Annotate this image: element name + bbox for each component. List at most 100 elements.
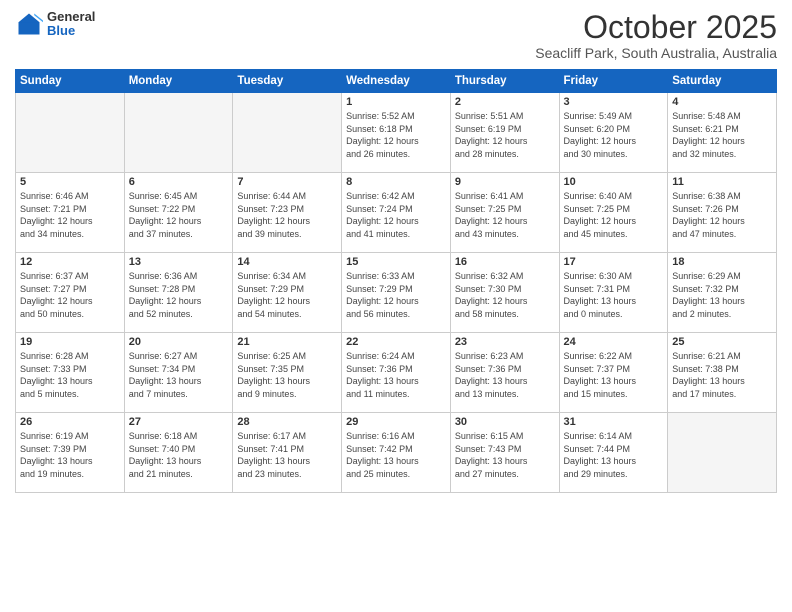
day-info: Sunrise: 5:51 AM Sunset: 6:19 PM Dayligh… <box>455 110 555 160</box>
day-info: Sunrise: 6:14 AM Sunset: 7:44 PM Dayligh… <box>564 430 664 480</box>
day-info: Sunrise: 6:21 AM Sunset: 7:38 PM Dayligh… <box>672 350 772 400</box>
day-number: 3 <box>564 96 664 108</box>
day-number: 12 <box>20 256 120 268</box>
day-info: Sunrise: 6:17 AM Sunset: 7:41 PM Dayligh… <box>237 430 337 480</box>
logo-general-text: General <box>47 10 95 24</box>
day-number: 5 <box>20 176 120 188</box>
calendar-cell: 29Sunrise: 6:16 AM Sunset: 7:42 PM Dayli… <box>342 413 451 493</box>
day-info: Sunrise: 6:34 AM Sunset: 7:29 PM Dayligh… <box>237 270 337 320</box>
day-number: 10 <box>564 176 664 188</box>
calendar-cell: 11Sunrise: 6:38 AM Sunset: 7:26 PM Dayli… <box>668 173 777 253</box>
col-monday: Monday <box>124 70 233 93</box>
calendar-cell: 12Sunrise: 6:37 AM Sunset: 7:27 PM Dayli… <box>16 253 125 333</box>
week-row-5: 26 Sunrise: 6:19 AM Sunset: 7:39 PM Dayli… <box>16 413 777 493</box>
calendar-cell: 5Sunrise: 6:46 AM Sunset: 7:21 PM Daylig… <box>16 173 125 253</box>
calendar-cell: 8 Sunrise: 6:42 AM Sunset: 7:24 PM Daylig… <box>342 173 451 253</box>
calendar-cell: 13 Sunrise: 6:36 AM Sunset: 7:28 PM Dayli… <box>124 253 233 333</box>
day-info: Sunrise: 6:22 AM Sunset: 7:37 PM Dayligh… <box>564 350 664 400</box>
day-info: Sunrise: 6:33 AM Sunset: 7:29 PM Dayligh… <box>346 270 446 320</box>
header-row: Sunday Monday Tuesday Wednesday Thursday… <box>16 70 777 93</box>
calendar-cell <box>668 413 777 493</box>
day-number: 28 <box>237 416 337 428</box>
calendar-cell: 3 Sunrise: 5:49 AM Sunset: 6:20 PM Daylig… <box>559 93 668 173</box>
day-info: Sunrise: 6:32 AM Sunset: 7:30 PM Dayligh… <box>455 270 555 320</box>
col-thursday: Thursday <box>450 70 559 93</box>
calendar-cell: 21Sunrise: 6:25 AM Sunset: 7:35 PM Dayli… <box>233 333 342 413</box>
calendar-cell: 7 Sunrise: 6:44 AM Sunset: 7:23 PM Daylig… <box>233 173 342 253</box>
logo-blue-text: Blue <box>47 24 95 38</box>
day-info: Sunrise: 5:49 AM Sunset: 6:20 PM Dayligh… <box>564 110 664 160</box>
col-wednesday: Wednesday <box>342 70 451 93</box>
day-number: 1 <box>346 96 446 108</box>
day-number: 14 <box>237 256 337 268</box>
day-info: Sunrise: 6:25 AM Sunset: 7:35 PM Dayligh… <box>237 350 337 400</box>
day-info: Sunrise: 5:52 AM Sunset: 6:18 PM Dayligh… <box>346 110 446 160</box>
week-row-3: 12Sunrise: 6:37 AM Sunset: 7:27 PM Dayli… <box>16 253 777 333</box>
calendar-cell: 17 Sunrise: 6:30 AM Sunset: 7:31 PM Dayli… <box>559 253 668 333</box>
day-info: Sunrise: 6:18 AM Sunset: 7:40 PM Dayligh… <box>129 430 229 480</box>
logo-icon <box>15 10 43 38</box>
day-number: 18 <box>672 256 772 268</box>
day-number: 20 <box>129 336 229 348</box>
col-saturday: Saturday <box>668 70 777 93</box>
day-number: 15 <box>346 256 446 268</box>
day-info: Sunrise: 6:16 AM Sunset: 7:42 PM Dayligh… <box>346 430 446 480</box>
day-info: Sunrise: 6:24 AM Sunset: 7:36 PM Dayligh… <box>346 350 446 400</box>
day-info: Sunrise: 6:27 AM Sunset: 7:34 PM Dayligh… <box>129 350 229 400</box>
calendar: Sunday Monday Tuesday Wednesday Thursday… <box>15 69 777 493</box>
col-sunday: Sunday <box>16 70 125 93</box>
day-number: 11 <box>672 176 772 188</box>
day-info: Sunrise: 6:29 AM Sunset: 7:32 PM Dayligh… <box>672 270 772 320</box>
day-info: Sunrise: 6:44 AM Sunset: 7:23 PM Dayligh… <box>237 190 337 240</box>
calendar-cell: 15 Sunrise: 6:33 AM Sunset: 7:29 PM Dayli… <box>342 253 451 333</box>
calendar-cell: 20 Sunrise: 6:27 AM Sunset: 7:34 PM Dayli… <box>124 333 233 413</box>
calendar-cell: 22 Sunrise: 6:24 AM Sunset: 7:36 PM Dayli… <box>342 333 451 413</box>
day-info: Sunrise: 5:48 AM Sunset: 6:21 PM Dayligh… <box>672 110 772 160</box>
calendar-cell: 4 Sunrise: 5:48 AM Sunset: 6:21 PM Daylig… <box>668 93 777 173</box>
week-row-1: 1 Sunrise: 5:52 AM Sunset: 6:18 PM Daylig… <box>16 93 777 173</box>
day-number: 6 <box>129 176 229 188</box>
main-title: October 2025 <box>535 10 777 45</box>
calendar-cell: 23Sunrise: 6:23 AM Sunset: 7:36 PM Dayli… <box>450 333 559 413</box>
calendar-cell: 26 Sunrise: 6:19 AM Sunset: 7:39 PM Dayli… <box>16 413 125 493</box>
day-info: Sunrise: 6:42 AM Sunset: 7:24 PM Dayligh… <box>346 190 446 240</box>
calendar-cell: 19Sunrise: 6:28 AM Sunset: 7:33 PM Dayli… <box>16 333 125 413</box>
day-number: 25 <box>672 336 772 348</box>
calendar-cell: 25 Sunrise: 6:21 AM Sunset: 7:38 PM Dayli… <box>668 333 777 413</box>
calendar-cell: 10 Sunrise: 6:40 AM Sunset: 7:25 PM Dayli… <box>559 173 668 253</box>
day-info: Sunrise: 6:28 AM Sunset: 7:33 PM Dayligh… <box>20 350 120 400</box>
day-number: 22 <box>346 336 446 348</box>
week-row-2: 5Sunrise: 6:46 AM Sunset: 7:21 PM Daylig… <box>16 173 777 253</box>
header: General Blue October 2025 Seacliff Park,… <box>15 10 777 61</box>
day-info: Sunrise: 6:45 AM Sunset: 7:22 PM Dayligh… <box>129 190 229 240</box>
calendar-cell: 28 Sunrise: 6:17 AM Sunset: 7:41 PM Dayli… <box>233 413 342 493</box>
title-area: October 2025 Seacliff Park, South Austra… <box>535 10 777 61</box>
day-number: 7 <box>237 176 337 188</box>
day-number: 17 <box>564 256 664 268</box>
day-info: Sunrise: 6:41 AM Sunset: 7:25 PM Dayligh… <box>455 190 555 240</box>
calendar-cell: 9Sunrise: 6:41 AM Sunset: 7:25 PM Daylig… <box>450 173 559 253</box>
calendar-cell: 30Sunrise: 6:15 AM Sunset: 7:43 PM Dayli… <box>450 413 559 493</box>
day-number: 8 <box>346 176 446 188</box>
day-info: Sunrise: 6:23 AM Sunset: 7:36 PM Dayligh… <box>455 350 555 400</box>
calendar-cell: 24 Sunrise: 6:22 AM Sunset: 7:37 PM Dayli… <box>559 333 668 413</box>
day-number: 13 <box>129 256 229 268</box>
calendar-cell: 16 Sunrise: 6:32 AM Sunset: 7:30 PM Dayli… <box>450 253 559 333</box>
day-info: Sunrise: 6:40 AM Sunset: 7:25 PM Dayligh… <box>564 190 664 240</box>
logo: General Blue <box>15 10 95 39</box>
day-number: 16 <box>455 256 555 268</box>
calendar-cell: 27 Sunrise: 6:18 AM Sunset: 7:40 PM Dayli… <box>124 413 233 493</box>
day-number: 26 <box>20 416 120 428</box>
day-number: 27 <box>129 416 229 428</box>
day-number: 2 <box>455 96 555 108</box>
col-friday: Friday <box>559 70 668 93</box>
day-info: Sunrise: 6:36 AM Sunset: 7:28 PM Dayligh… <box>129 270 229 320</box>
calendar-cell: 1 Sunrise: 5:52 AM Sunset: 6:18 PM Daylig… <box>342 93 451 173</box>
day-number: 30 <box>455 416 555 428</box>
day-info: Sunrise: 6:30 AM Sunset: 7:31 PM Dayligh… <box>564 270 664 320</box>
week-row-4: 19Sunrise: 6:28 AM Sunset: 7:33 PM Dayli… <box>16 333 777 413</box>
day-number: 24 <box>564 336 664 348</box>
day-info: Sunrise: 6:19 AM Sunset: 7:39 PM Dayligh… <box>20 430 120 480</box>
calendar-cell <box>16 93 125 173</box>
day-number: 4 <box>672 96 772 108</box>
